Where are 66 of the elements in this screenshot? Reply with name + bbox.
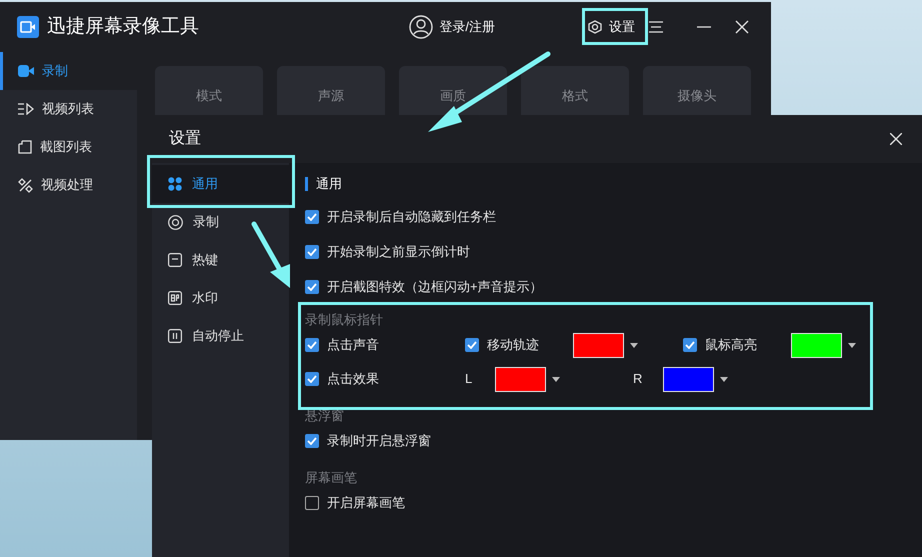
checkmark-icon (307, 282, 317, 290)
user-icon (409, 15, 434, 39)
dropdown-arrow-icon[interactable] (848, 342, 856, 348)
app-title: 迅捷屏幕录像工具 (47, 14, 199, 39)
highlight-frame (582, 8, 648, 45)
checkmark-icon (307, 375, 317, 383)
settings-icon (587, 19, 603, 35)
checkbox-label: 开启录制后自动隐藏到任务栏 (327, 208, 496, 226)
edit-tools-icon (18, 178, 33, 192)
color-swatch[interactable] (663, 366, 714, 392)
checkbox-label: 点击声音 (327, 336, 379, 354)
stamp-icon (168, 291, 182, 305)
settings-button[interactable]: 设置 (587, 17, 635, 37)
checkbox[interactable] (305, 496, 319, 510)
sidebar-item[interactable]: 视频处理 (0, 166, 137, 204)
color-swatch[interactable] (791, 332, 842, 358)
video-list-icon (18, 103, 34, 115)
settings-nav-item[interactable]: 通用 (152, 165, 289, 203)
color-swatch[interactable] (573, 332, 624, 358)
record-icon (168, 214, 183, 230)
checkbox-label: 移动轨迹 (487, 336, 540, 354)
dropdown-arrow-icon[interactable] (552, 376, 560, 382)
grid-icon (168, 177, 182, 191)
checkbox[interactable] (305, 280, 319, 294)
settings-nav-item[interactable]: 自动停止 (152, 317, 289, 355)
checkbox-label: 开始录制之前显示倒计时 (327, 242, 470, 261)
checkmark-icon (685, 341, 695, 349)
screenshot-icon (18, 140, 32, 154)
checkbox[interactable] (465, 338, 479, 352)
checkmark-icon (307, 248, 317, 256)
checkbox-label: 开启截图特效（边框闪动+声音提示） (327, 278, 543, 296)
swatch-label: R (633, 370, 644, 388)
checkbox[interactable] (305, 434, 319, 448)
checkbox[interactable] (305, 244, 319, 258)
checkbox-label: 录制时开启悬浮窗 (327, 432, 431, 450)
close-icon[interactable] (735, 20, 749, 34)
checkbox-label: 点击效果 (327, 370, 379, 388)
sidebar-item[interactable]: 截图列表 (0, 128, 137, 166)
section-marker (305, 177, 308, 191)
checkbox[interactable] (683, 338, 697, 352)
settings-nav-item[interactable]: 水印 (152, 279, 289, 317)
menu-icon[interactable] (649, 21, 663, 33)
checkbox[interactable] (305, 372, 319, 386)
sidebar-item[interactable]: 视频列表 (0, 90, 137, 128)
checkbox-label: 开启屏幕画笔 (327, 494, 405, 512)
section-heading: 屏幕画笔 (305, 469, 358, 486)
checkmark-icon (307, 212, 317, 220)
section-heading: 录制鼠标指针 (305, 311, 384, 328)
video-camera-icon (18, 65, 34, 77)
video-camera-icon (17, 16, 39, 38)
keyboard-icon (168, 253, 182, 267)
checkbox[interactable] (305, 210, 319, 224)
checkbox-label: 鼠标高亮 (705, 336, 758, 354)
section-heading: 通用 (316, 175, 342, 194)
pause-icon (168, 329, 182, 343)
dropdown-arrow-icon[interactable] (720, 376, 728, 382)
checkmark-icon (307, 437, 317, 445)
checkmark-icon (467, 341, 477, 349)
swatch-label: L (465, 370, 474, 388)
close-icon[interactable] (890, 133, 902, 145)
settings-nav-item[interactable]: 热键 (152, 241, 289, 279)
checkbox[interactable] (305, 338, 319, 352)
color-swatch[interactable] (495, 366, 546, 392)
login-link[interactable]: 登录/注册 (409, 15, 495, 39)
checkmark-icon (307, 341, 317, 349)
dropdown-arrow-icon[interactable] (630, 342, 638, 348)
